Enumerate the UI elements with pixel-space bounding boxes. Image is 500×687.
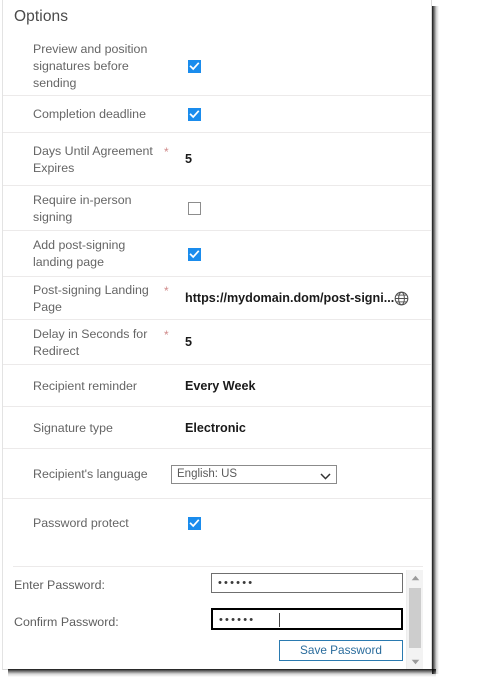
chevron-down-icon — [320, 469, 331, 486]
checkbox-preview-and-position-signatures[interactable] — [188, 60, 201, 73]
checkbox-add-post-signing-landing-page[interactable] — [188, 248, 201, 261]
check-icon — [189, 250, 200, 259]
checkbox-password-protect[interactable] — [188, 517, 201, 530]
option-label-signature-type: Signature type — [33, 421, 113, 435]
option-row-add-post-signing-landing-page: Add post-signing landing page — [3, 230, 431, 276]
password-section-divider — [13, 566, 423, 567]
required-asterisk: * — [164, 284, 169, 298]
option-label-password-protect: Password protect — [33, 516, 129, 530]
select-value-recipients-language: English: US — [177, 468, 238, 480]
required-asterisk: * — [164, 145, 169, 159]
enter-password-input[interactable]: •••••• — [211, 573, 403, 593]
option-label-completion-deadline: Completion deadline — [33, 107, 146, 121]
option-row-post-signing-landing-page: Post-signing Landing Page * https://mydoma… — [3, 276, 431, 319]
page-title: Options — [14, 8, 69, 25]
chevron-down-icon — [411, 659, 419, 665]
option-value-days-until-agreement-expires: 5 — [185, 152, 193, 166]
check-icon — [189, 62, 200, 71]
option-row-preview-and-position-signatures: Preview and position signatures before s… — [3, 38, 431, 95]
check-icon — [189, 519, 200, 528]
enter-password-label: Enter Password: — [14, 578, 105, 592]
confirm-password-input[interactable]: •••••• — [211, 608, 403, 630]
option-label-preview-and-position-signatures: Preview and position signatures before s… — [33, 42, 148, 90]
options-panel: Options Preview and position signatures … — [2, 0, 432, 670]
scroll-down-arrow-icon[interactable] — [407, 654, 423, 669]
checkbox-require-in-person-signing[interactable] — [188, 202, 201, 215]
panel-shadow-bottom — [8, 669, 436, 677]
option-label-days-until-agreement-expires: Days Until Agreement Expires — [33, 144, 153, 175]
option-row-days-until-agreement-expires: Days Until Agreement Expires * 5 — [3, 132, 431, 185]
option-row-password-protect: Password protect — [3, 498, 431, 546]
option-label-delay-in-seconds-for-redirect: Delay in Seconds for Redirect — [33, 327, 148, 358]
panel-shadow-right — [432, 6, 439, 674]
option-label-add-post-signing-landing-page: Add post-signing landing page — [33, 238, 126, 269]
option-row-recipient-reminder: Recipient reminder Every Week — [3, 364, 431, 406]
scroll-up-arrow-icon[interactable] — [407, 570, 423, 586]
option-value-post-signing-landing-page: https://mydomain.dom/post-signi... — [185, 291, 395, 305]
text-caret — [279, 613, 280, 627]
option-row-delay-in-seconds-for-redirect: Delay in Seconds for Redirect * 5 — [3, 319, 431, 364]
check-icon — [189, 110, 200, 119]
options-row-list: Preview and position signatures before s… — [3, 38, 431, 546]
option-label-require-in-person-signing: Require in-person signing — [33, 193, 132, 224]
option-label-recipient-reminder: Recipient reminder — [33, 379, 137, 393]
options-panel-screenshot: Options Preview and position signatures … — [0, 0, 500, 687]
required-asterisk: * — [164, 328, 169, 342]
confirm-password-label: Confirm Password: — [14, 615, 119, 629]
chevron-up-icon — [411, 575, 419, 581]
save-password-button[interactable]: Save Password — [279, 640, 403, 661]
option-label-recipients-language: Recipient's language — [33, 467, 148, 481]
option-row-require-in-person-signing: Require in-person signing — [3, 185, 431, 230]
option-value-signature-type: Electronic — [185, 421, 246, 435]
option-label-post-signing-landing-page: Post-signing Landing Page — [33, 283, 149, 314]
option-row-completion-deadline: Completion deadline — [3, 95, 431, 132]
confirm-password-value: •••••• — [219, 614, 256, 626]
password-section-scrollbar[interactable] — [406, 570, 423, 669]
option-row-signature-type: Signature type Electronic — [3, 406, 431, 448]
checkbox-completion-deadline[interactable] — [188, 108, 201, 121]
option-value-recipient-reminder: Every Week — [185, 379, 256, 393]
scrollbar-thumb[interactable] — [409, 588, 421, 648]
select-recipients-language[interactable]: English: US — [171, 465, 337, 484]
option-row-recipients-language: Recipient's language English: US — [3, 448, 431, 498]
globe-icon[interactable] — [394, 291, 409, 306]
option-value-delay-in-seconds-for-redirect: 5 — [185, 335, 193, 349]
